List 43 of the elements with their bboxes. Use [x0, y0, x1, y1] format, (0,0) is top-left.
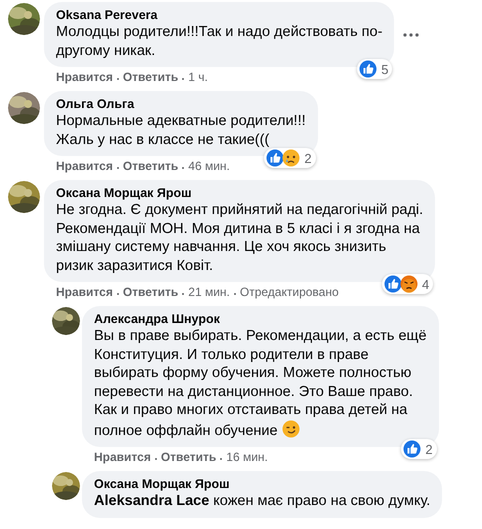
timestamp-link[interactable]: 21 мин.: [188, 285, 230, 300]
like-reaction-icon: [266, 149, 284, 167]
separator-dot: [182, 166, 184, 168]
author-link[interactable]: Оксана Морщак Ярош: [94, 477, 430, 492]
author-link[interactable]: Ольга Ольга: [56, 97, 306, 112]
separator-dot: [220, 458, 222, 460]
action-link[interactable]: Ответить: [122, 159, 178, 174]
action-link[interactable]: Нравится: [56, 159, 113, 174]
separator-dot: [182, 292, 184, 294]
wink-emoji-icon: [282, 420, 300, 438]
action-link[interactable]: Нравится: [56, 70, 113, 85]
author-link[interactable]: Александра Шнурок: [94, 312, 427, 327]
comment-text: Молодцы родители!!!Так и надо действовать по- другому никак.: [56, 23, 382, 60]
reaction-count[interactable]: 5: [357, 59, 392, 79]
timestamp-link[interactable]: 16 мин.: [226, 450, 268, 465]
separator-dot: [116, 292, 119, 294]
action-link[interactable]: Ответить: [122, 285, 178, 300]
comment-text: Aleksandra Lace кожен має право на свою думку.: [94, 492, 430, 510]
author-link[interactable]: Оксана Морщак Ярош: [56, 186, 424, 201]
like-reaction-icon: [384, 275, 402, 293]
action-link[interactable]: Нравится: [56, 285, 113, 300]
timestamp-link[interactable]: 1 ч.: [188, 70, 208, 85]
action-link[interactable]: Ответить: [160, 450, 216, 465]
action-link[interactable]: Нравится: [94, 450, 151, 465]
angry-reaction-icon: [400, 275, 418, 293]
separator-dot: [234, 292, 236, 294]
reaction-count[interactable]: 2: [401, 439, 437, 459]
like-reaction-icon: [359, 60, 378, 78]
separator-dot: [154, 458, 157, 460]
action-link[interactable]: Ответить: [122, 70, 178, 85]
comment-text: Не згодна. Є документ прийнятий на педагогічній раді. Рекомендації МОН. Моя дитина в 5 класі і я згодна на змішану систему навчання. Це хоч якось знизить ризик заразитися Ковіт.: [56, 201, 424, 275]
sad-reaction-icon: [282, 149, 300, 167]
author-link[interactable]: Oksana Perevera: [56, 8, 382, 23]
reaction-count[interactable]: 2: [264, 148, 316, 168]
comment-text: Вы в праве выбирать. Рекомендации, а есть ещё Конституция. И только родители в праве выбирать форму обучения. Можете полностью перевести на дистанционное. Это Ваше право. Как и право многих отстаивать права детей на полное оффлайн обучение: [94, 327, 427, 440]
like-reaction-icon: [403, 440, 422, 458]
reaction-count[interactable]: 4: [382, 274, 434, 294]
comment-text: Нормальные адекватные родители!!! Жаль у нас в классе не такие(((: [56, 112, 306, 149]
timestamp-link[interactable]: 46 мин.: [188, 159, 230, 174]
edited-label: Отредактировано: [240, 285, 339, 300]
separator-dot: [116, 166, 119, 168]
separator-dot: [116, 78, 119, 80]
separator-dot: [182, 78, 184, 80]
